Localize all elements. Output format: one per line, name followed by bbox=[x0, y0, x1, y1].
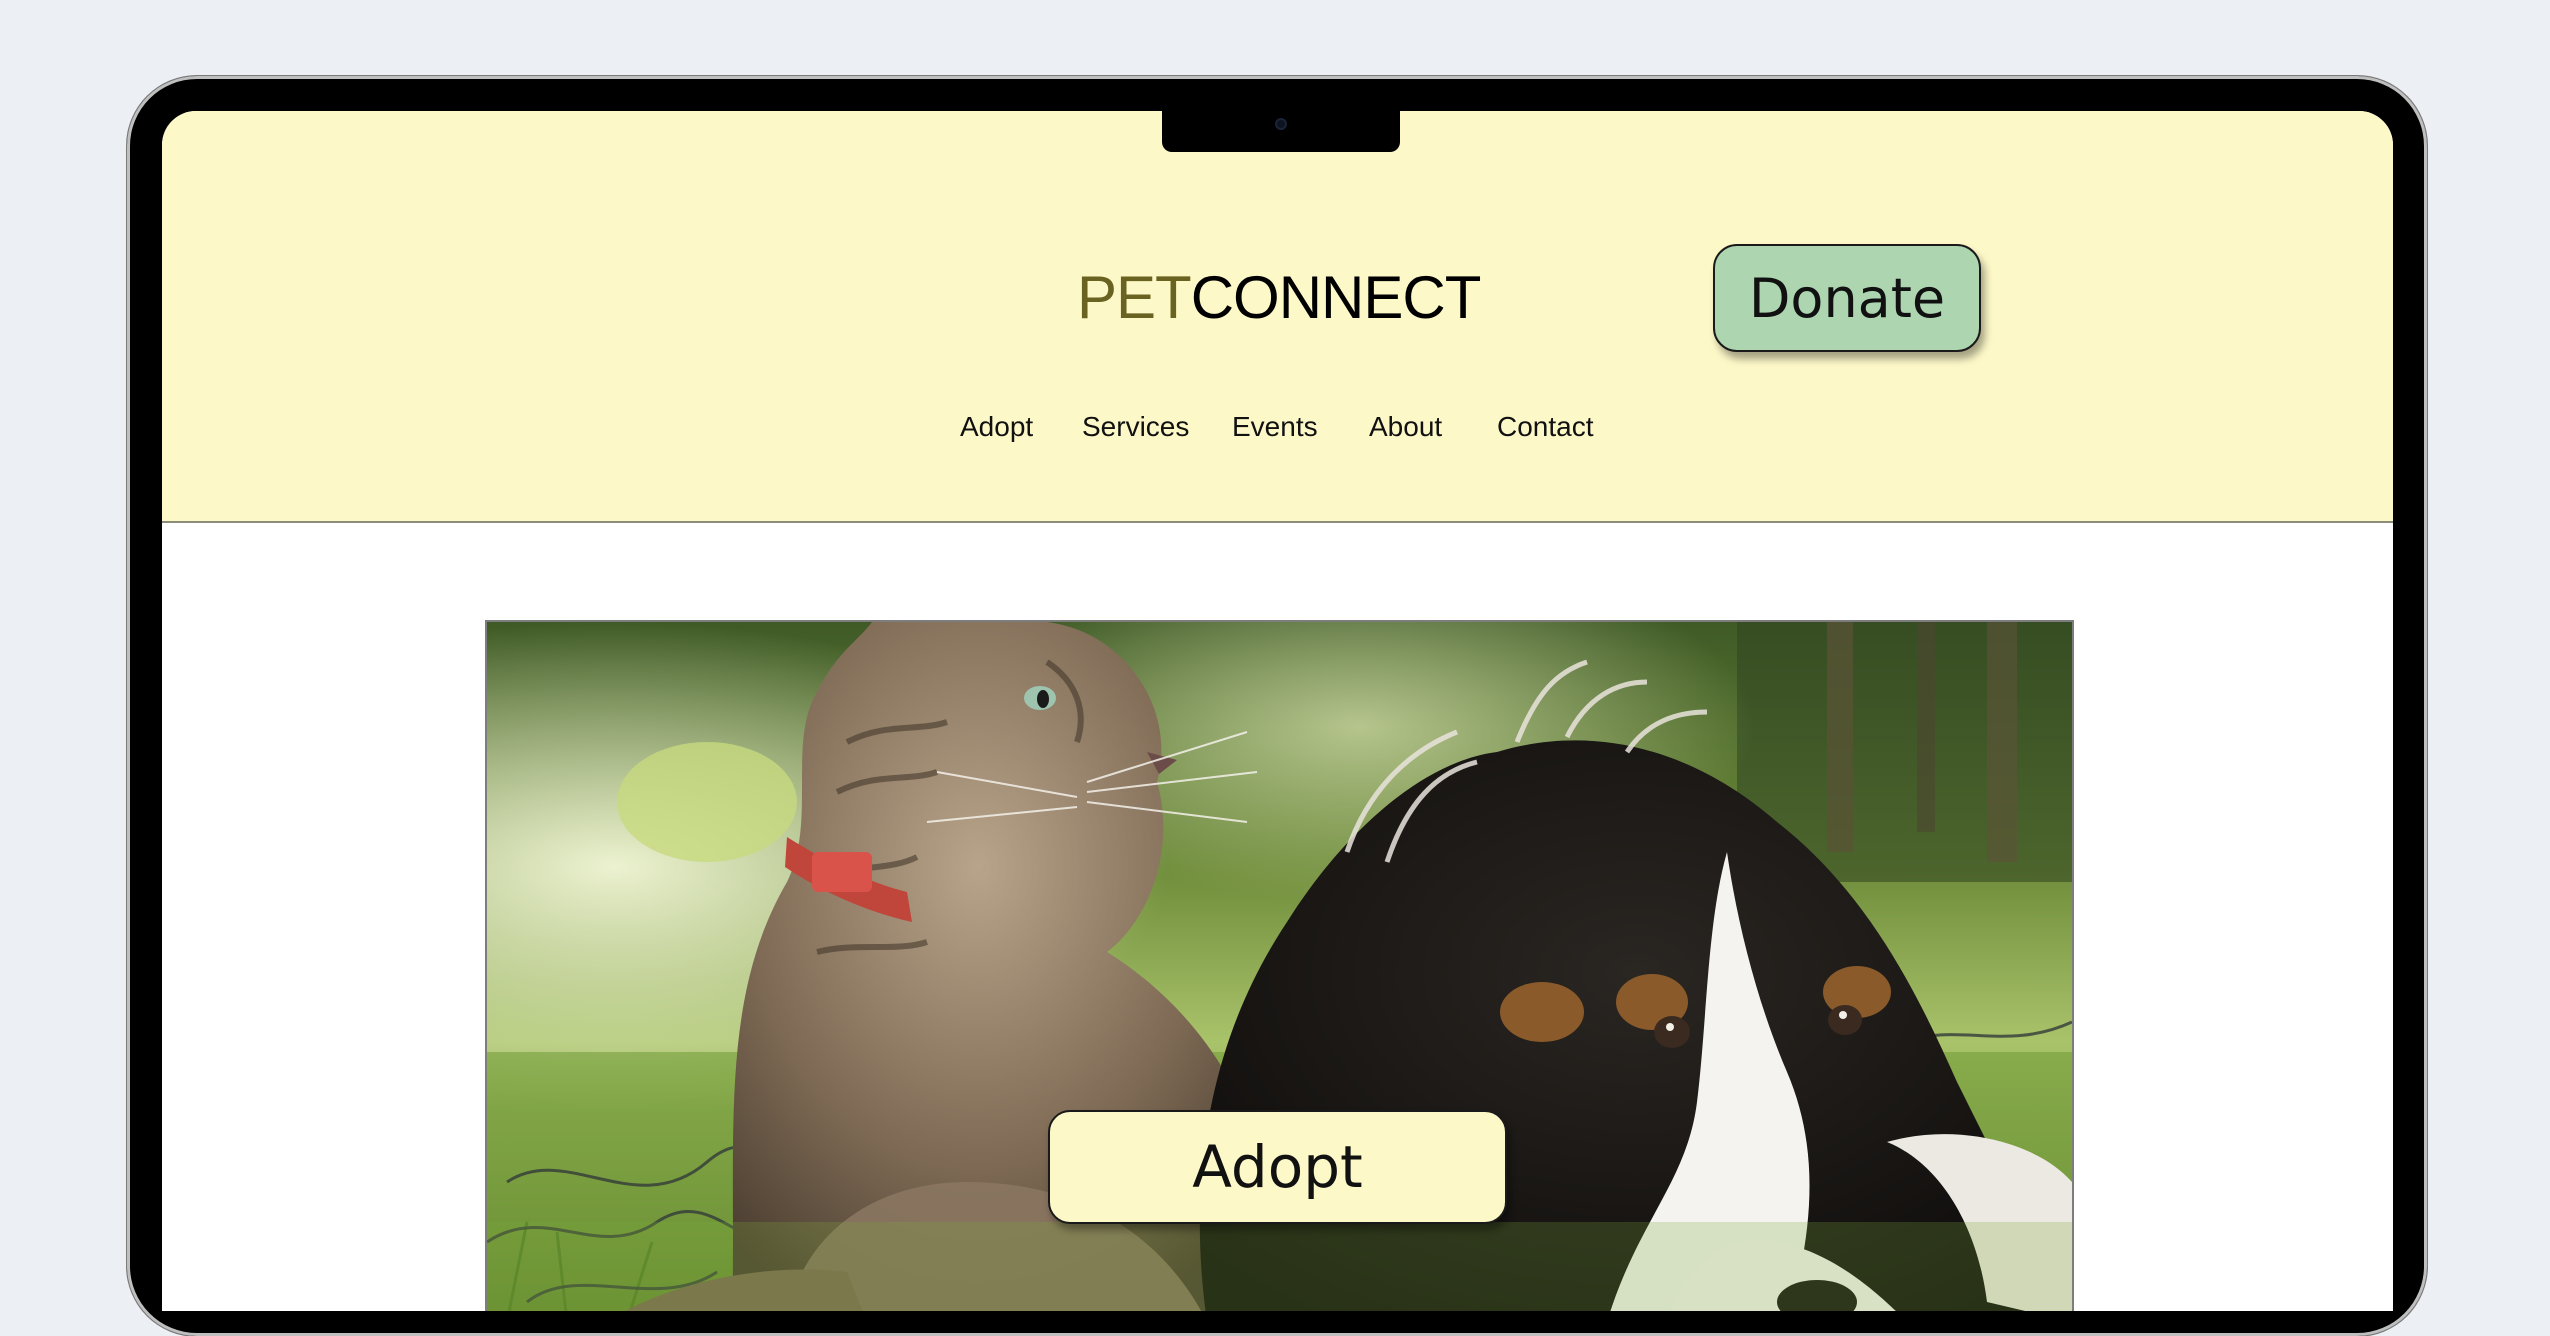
donate-button[interactable]: Donate bbox=[1713, 244, 1981, 352]
hero-banner: Adopt bbox=[485, 620, 2074, 1311]
site-header: PETCONNECT Donate Adopt Services Events … bbox=[162, 111, 2393, 523]
logo-pet-text: PET bbox=[1077, 264, 1192, 331]
browser-screen: PETCONNECT Donate Adopt Services Events … bbox=[162, 111, 2393, 1311]
nav-link-events[interactable]: Events bbox=[1232, 411, 1318, 443]
hero-adopt-button[interactable]: Adopt bbox=[1048, 1110, 1507, 1224]
nav-link-about[interactable]: About bbox=[1369, 411, 1442, 443]
nav-link-services[interactable]: Services bbox=[1082, 411, 1189, 443]
nav-link-contact[interactable]: Contact bbox=[1497, 411, 1594, 443]
camera-icon bbox=[1275, 118, 1287, 130]
laptop-frame: PETCONNECT Donate Adopt Services Events … bbox=[127, 76, 2427, 1336]
main-nav: Adopt Services Events About Contact bbox=[162, 411, 2393, 451]
site-logo[interactable]: PETCONNECT bbox=[1077, 263, 1482, 332]
camera-notch bbox=[1162, 111, 1400, 152]
nav-link-adopt[interactable]: Adopt bbox=[960, 411, 1033, 443]
logo-connect-text: CONNECT bbox=[1190, 264, 1482, 331]
